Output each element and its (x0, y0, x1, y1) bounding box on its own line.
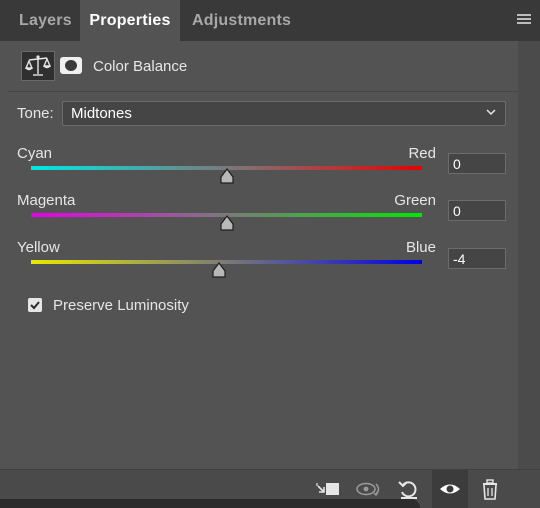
yellow-blue-value-field[interactable]: -4 (448, 248, 506, 269)
magenta-green-slider-thumb[interactable] (219, 215, 235, 231)
cyan-red-slider-thumb[interactable] (219, 168, 235, 184)
preserve-luminosity-label: Preserve Luminosity (53, 297, 189, 314)
tab-layers[interactable]: Layers (19, 0, 72, 41)
bottom-edge-strip (0, 499, 420, 508)
green-label: Green (394, 192, 436, 209)
cyan-red-value-field[interactable]: 0 (448, 153, 506, 174)
tab-properties[interactable]: Properties (80, 0, 180, 41)
tone-value: Midtones (71, 105, 132, 122)
tab-adjustments[interactable]: Adjustments (192, 0, 291, 41)
tone-label: Tone: (17, 105, 54, 122)
yellow-label: Yellow (17, 239, 60, 256)
chevron-down-icon (486, 109, 496, 116)
preserve-luminosity-checkbox[interactable] (28, 298, 42, 312)
visibility-eye-icon[interactable] (434, 474, 466, 504)
layer-mask-icon[interactable] (60, 57, 82, 74)
magenta-label: Magenta (17, 192, 76, 209)
blue-label: Blue (405, 239, 436, 256)
properties-panel: Layers Properties Adjustments Color Bala… (0, 0, 540, 508)
cyan-label: Cyan (17, 145, 53, 162)
scroll-gutter (518, 41, 540, 469)
yellow-blue-slider-thumb[interactable] (211, 262, 227, 278)
panel-menu-icon[interactable] (517, 14, 531, 26)
adjustment-header: Color Balance (8, 41, 518, 92)
magenta-green-value-field[interactable]: 0 (448, 200, 506, 221)
trash-icon[interactable] (474, 474, 506, 504)
tone-dropdown[interactable]: Midtones (62, 101, 506, 126)
red-label: Red (408, 145, 436, 162)
scales-icon[interactable] (21, 51, 55, 81)
tab-bar: Layers Properties Adjustments (0, 0, 540, 41)
adjustment-title: Color Balance (93, 58, 188, 75)
